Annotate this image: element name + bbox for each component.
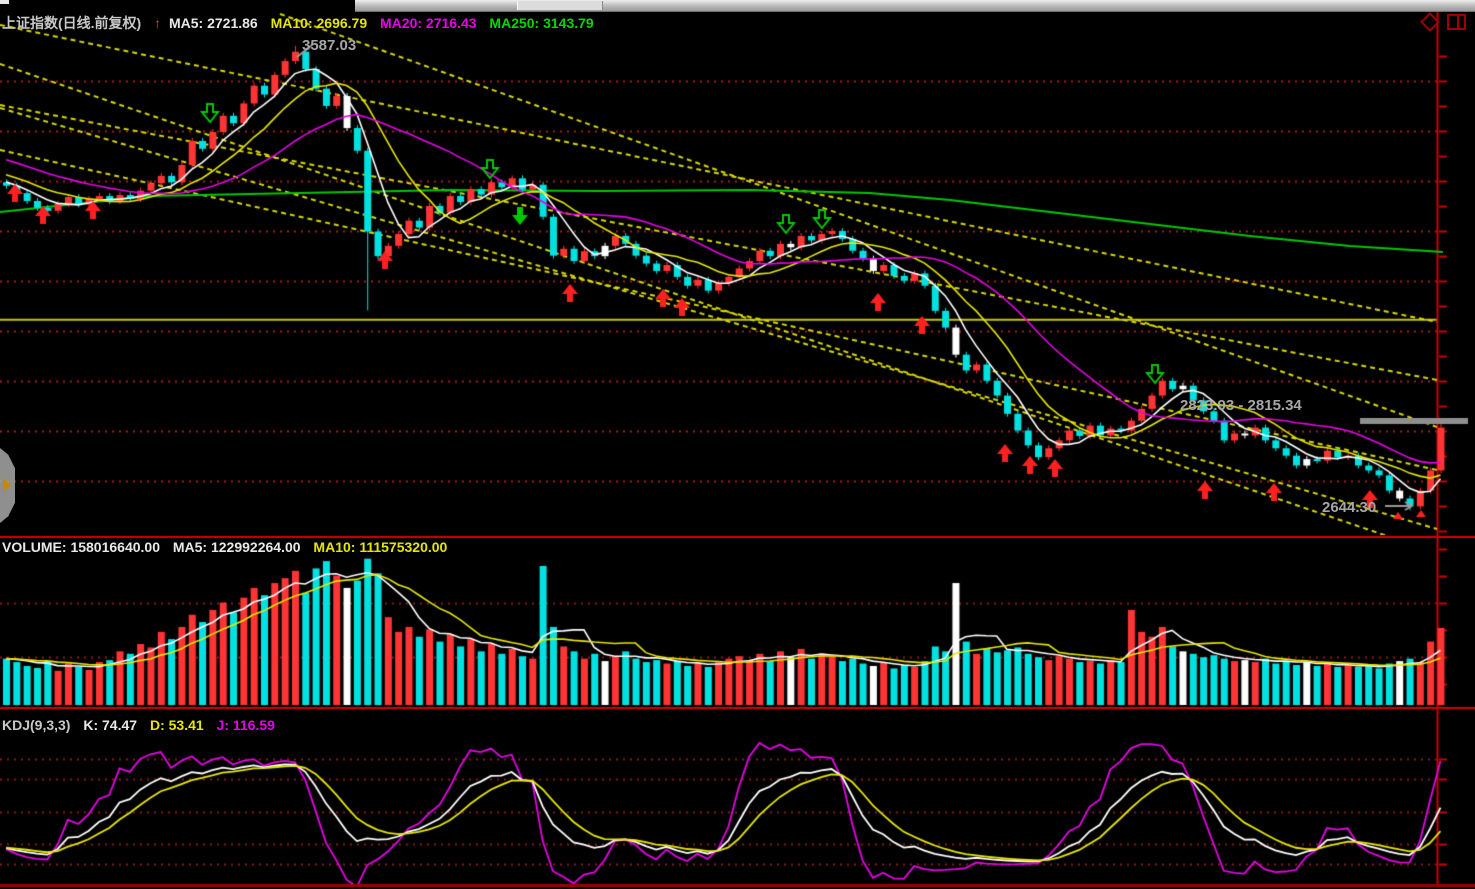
top-scrollbar[interactable] [0, 0, 1475, 11]
volume-ma10-value: MA10: 111575320.00 [313, 539, 447, 555]
titlebar-buttons [1420, 11, 1475, 37]
kdj-pane-header: KDJ(9,3,3) K: 74.47 D: 53.41 J: 116.59 [2, 717, 284, 733]
symbol-title: 上证指数(日线.前复权) [2, 15, 141, 31]
kdj-d-value: D: 53.41 [150, 717, 204, 733]
volume-pane-header: VOLUME: 158016640.00 MA5: 122992264.00 M… [2, 539, 456, 555]
kdj-k-value: K: 74.47 [83, 717, 137, 733]
price-pane-header: 上证指数(日线.前复权) ↑ MA5: 2721.86 MA10: 2696.7… [2, 13, 603, 33]
scrollbar-thumb[interactable] [517, 1, 603, 10]
ma10-value: MA10: 2696.79 [271, 15, 368, 31]
up-arrow-icon: ↑ [154, 15, 161, 31]
diamond-icon[interactable] [1420, 12, 1440, 32]
kdj-indicator-name: KDJ(9,3,3) [2, 717, 70, 733]
volume-value: VOLUME: 158016640.00 [2, 539, 160, 555]
ma250-value: MA250: 3143.79 [489, 15, 593, 31]
volume-ma5-value: MA5: 122992264.00 [173, 539, 301, 555]
app-window: 上证指数(日线.前复权) ↑ MA5: 2721.86 MA10: 2696.7… [0, 0, 1475, 889]
scrollbar-track[interactable] [355, 0, 1475, 12]
gap-zone-label: 2823.93 - 2815.34 [1180, 397, 1302, 414]
scrollbar-corner [0, 0, 9, 4]
ma20-value: MA20: 2716.43 [380, 15, 477, 31]
low-price-label: 2644.30 [1322, 499, 1376, 516]
window-restore-icon[interactable] [1447, 14, 1466, 30]
peak-price-label: 3587.03 [302, 37, 356, 54]
ma5-value: MA5: 2721.86 [169, 15, 258, 31]
expand-right-arrow-icon [3, 478, 11, 492]
kdj-j-value: J: 116.59 [217, 717, 275, 733]
chart-canvas[interactable] [0, 0, 1475, 889]
window-restore-icon-bar [1457, 16, 1459, 28]
